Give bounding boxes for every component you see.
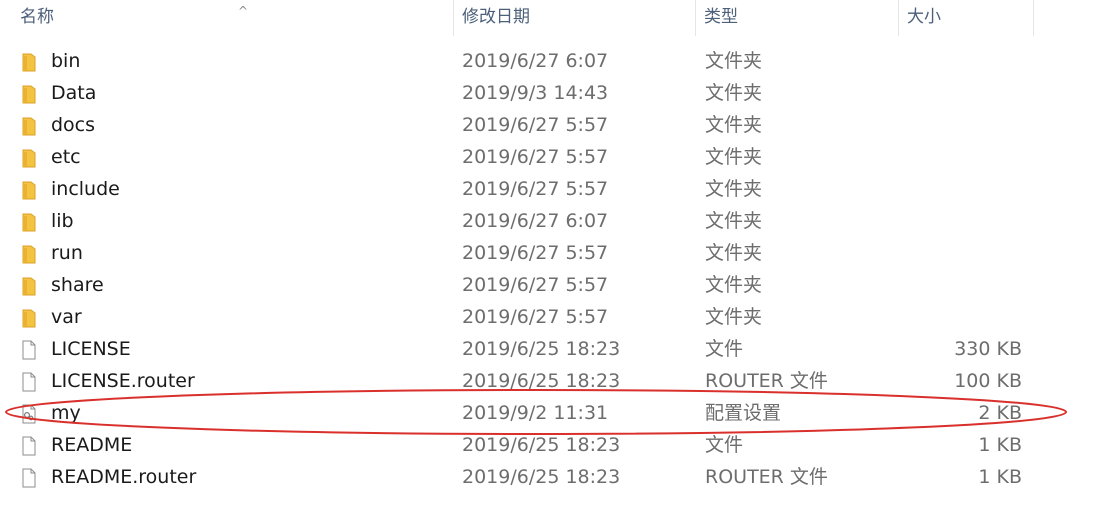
item-type: 文件夹 <box>705 306 763 328</box>
list-item[interactable]: lib 2019/6/27 6:07 文件夹 <box>0 205 1120 237</box>
item-modified-date: 2019/6/27 5:57 <box>462 178 609 200</box>
item-name: share <box>51 274 104 296</box>
item-name: README.router <box>51 466 197 488</box>
item-modified-date: 2019/6/27 5:57 <box>462 242 609 264</box>
item-type: 文件夹 <box>705 146 763 168</box>
item-size: 330 KB <box>954 338 1022 360</box>
item-name: var <box>51 306 82 328</box>
folder-icon <box>22 244 42 264</box>
item-modified-date: 2019/6/27 6:07 <box>462 50 609 72</box>
folder-icon <box>22 116 42 136</box>
list-item[interactable]: bin 2019/6/27 6:07 文件夹 <box>0 45 1120 77</box>
list-item[interactable]: include 2019/6/27 5:57 文件夹 <box>0 173 1120 205</box>
item-name: LICENSE.router <box>51 370 195 392</box>
list-item[interactable]: etc 2019/6/27 5:57 文件夹 <box>0 141 1120 173</box>
item-size <box>912 237 1022 269</box>
list-item[interactable]: LICENSE 2019/6/25 18:23 文件 330 KB <box>0 333 1120 365</box>
file-list: bin 2019/6/27 6:07 文件夹 Data 2019/9/3 14:43 文件… <box>0 45 1120 493</box>
file-explorer: 名称 ^ 修改日期 类型 大小 bin 2019/6/27 6:07 文件夹 Data… <box>0 0 1120 513</box>
file-icon <box>22 340 42 360</box>
list-item[interactable]: share 2019/6/27 5:57 文件夹 <box>0 269 1120 301</box>
list-item[interactable]: Data 2019/9/3 14:43 文件夹 <box>0 77 1120 109</box>
folder-icon <box>22 180 42 200</box>
item-name: lib <box>51 210 74 232</box>
item-size <box>912 77 1022 109</box>
item-type: 文件夹 <box>705 178 763 200</box>
item-type: 文件夹 <box>705 274 763 296</box>
list-item[interactable]: my 2019/9/2 11:31 配置设置 2 KB <box>0 397 1120 429</box>
item-modified-date: 2019/6/25 18:23 <box>462 338 621 360</box>
file-icon <box>22 468 42 488</box>
item-size <box>912 205 1022 237</box>
item-name: Data <box>51 82 97 104</box>
item-name: docs <box>51 114 96 136</box>
item-type: 文件夹 <box>705 50 763 72</box>
column-header-row: 名称 ^ 修改日期 类型 大小 <box>0 0 1120 36</box>
item-size <box>912 173 1022 205</box>
config-file-icon <box>22 404 42 424</box>
item-modified-date: 2019/6/27 5:57 <box>462 274 609 296</box>
item-name: LICENSE <box>51 338 131 360</box>
item-modified-date: 2019/9/2 11:31 <box>462 402 609 424</box>
item-type: 文件 <box>705 338 744 360</box>
column-header-name[interactable]: 名称 ^ <box>12 0 454 36</box>
item-type: 文件夹 <box>705 242 763 264</box>
column-header-size[interactable]: 大小 <box>899 0 1034 36</box>
item-name: etc <box>51 146 81 168</box>
item-name: include <box>51 178 120 200</box>
item-name: bin <box>51 50 81 72</box>
item-size <box>912 269 1022 301</box>
column-header-type[interactable]: 类型 <box>696 0 899 36</box>
list-item[interactable]: LICENSE.router 2019/6/25 18:23 ROUTER 文件 10… <box>0 365 1120 397</box>
file-icon <box>22 372 42 392</box>
item-modified-date: 2019/6/27 6:07 <box>462 210 609 232</box>
item-size <box>912 141 1022 173</box>
column-header-type-label: 类型 <box>704 7 738 27</box>
item-size <box>912 109 1022 141</box>
folder-icon <box>22 52 42 72</box>
folder-icon <box>22 212 42 232</box>
item-type: 文件 <box>705 434 744 456</box>
folder-icon <box>22 276 42 296</box>
item-modified-date: 2019/9/3 14:43 <box>462 82 609 104</box>
item-size: 1 KB <box>978 434 1022 456</box>
item-type: 配置设置 <box>705 402 782 424</box>
item-type: 文件夹 <box>705 210 763 232</box>
item-type: ROUTER 文件 <box>705 466 828 488</box>
item-modified-date: 2019/6/25 18:23 <box>462 434 621 456</box>
item-name: run <box>51 242 83 264</box>
item-size <box>912 45 1022 77</box>
item-size: 1 KB <box>978 466 1022 488</box>
item-modified-date: 2019/6/27 5:57 <box>462 306 609 328</box>
list-item[interactable]: docs 2019/6/27 5:57 文件夹 <box>0 109 1120 141</box>
item-size: 100 KB <box>954 370 1022 392</box>
item-modified-date: 2019/6/27 5:57 <box>462 146 609 168</box>
item-type: ROUTER 文件 <box>705 370 828 392</box>
file-icon <box>22 436 42 456</box>
folder-icon <box>22 308 42 328</box>
item-name: README <box>51 434 133 456</box>
item-type: 文件夹 <box>705 114 763 136</box>
list-item[interactable]: README.router 2019/6/25 18:23 ROUTER 文件 1 K… <box>0 461 1120 493</box>
list-item[interactable]: run 2019/6/27 5:57 文件夹 <box>0 237 1120 269</box>
item-size: 2 KB <box>978 402 1022 424</box>
item-modified-date: 2019/6/27 5:57 <box>462 114 609 136</box>
folder-icon <box>22 148 42 168</box>
column-header-size-label: 大小 <box>907 7 941 27</box>
list-item[interactable]: var 2019/6/27 5:57 文件夹 <box>0 301 1120 333</box>
list-item[interactable]: README 2019/6/25 18:23 文件 1 KB <box>0 429 1120 461</box>
folder-icon <box>22 84 42 104</box>
item-modified-date: 2019/6/25 18:23 <box>462 466 621 488</box>
item-name: my <box>51 402 81 424</box>
sort-caret-icon: ^ <box>238 4 249 18</box>
item-modified-date: 2019/6/25 18:23 <box>462 370 621 392</box>
item-size <box>912 301 1022 333</box>
item-type: 文件夹 <box>705 82 763 104</box>
column-header-date-label: 修改日期 <box>462 7 530 27</box>
column-header-date[interactable]: 修改日期 <box>454 0 696 36</box>
column-header-name-label: 名称 <box>20 7 54 27</box>
